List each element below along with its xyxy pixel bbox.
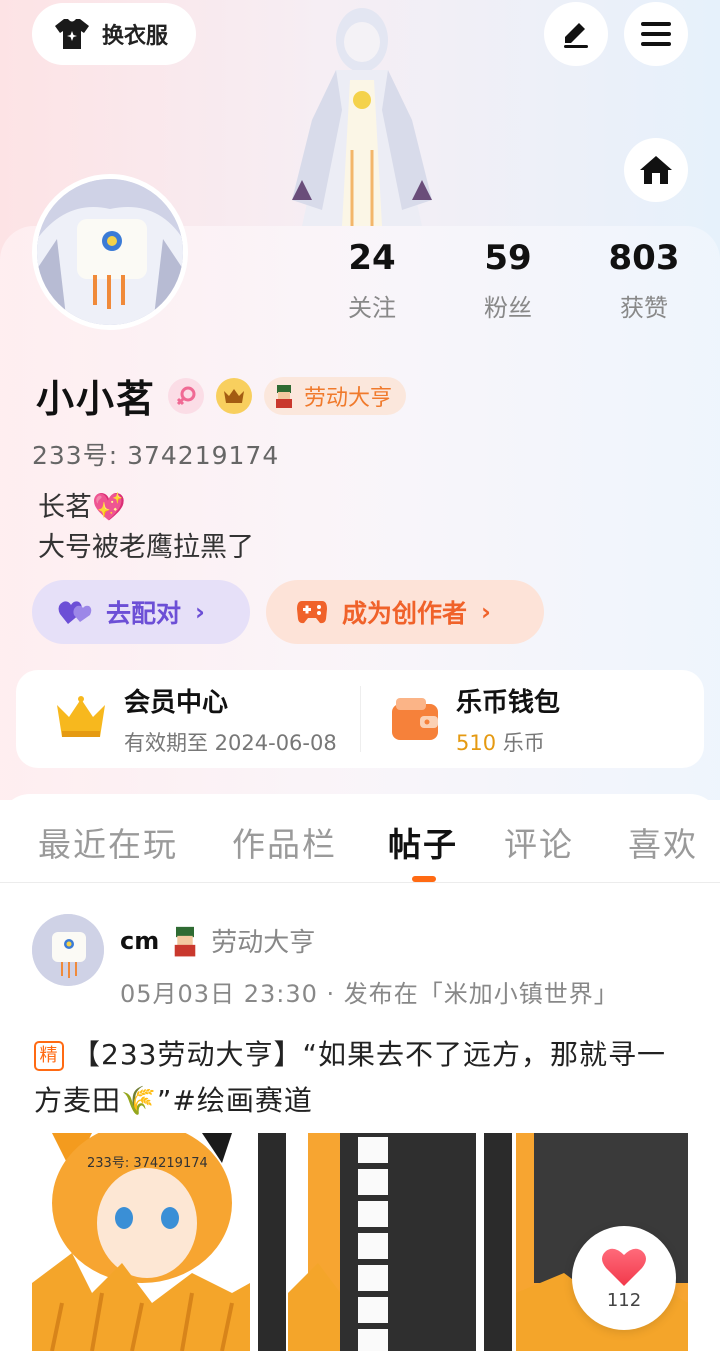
coin-wallet-entry[interactable]: 乐币钱包 510 乐币 bbox=[390, 670, 560, 768]
menu-button[interactable] bbox=[624, 2, 688, 66]
wallet-icon bbox=[392, 698, 438, 740]
tab-recently-played[interactable]: 最近在玩 bbox=[38, 818, 178, 866]
featured-badge: 精 bbox=[34, 1041, 64, 1071]
gamepad-icon bbox=[297, 601, 327, 624]
change-outfit-button[interactable]: 换衣服 bbox=[32, 3, 196, 65]
post-image-1[interactable]: 233号: 374219174 bbox=[32, 1133, 250, 1351]
character-sprite-icon bbox=[276, 384, 293, 408]
profile-avatar[interactable] bbox=[32, 174, 188, 330]
double-heart-icon bbox=[58, 601, 92, 624]
match-label: 去配对 bbox=[106, 599, 182, 628]
coin-wallet-title: 乐币钱包 bbox=[456, 687, 561, 718]
stat-following-value: 24 bbox=[348, 238, 396, 278]
coin-balance: 510 乐币 bbox=[456, 727, 560, 757]
edit-button[interactable] bbox=[544, 2, 608, 66]
stat-likes[interactable]: 803 获赞 bbox=[584, 238, 704, 323]
stat-followers-value: 59 bbox=[484, 238, 532, 278]
bio-line-2: 大号被老鹰拉黑了 bbox=[38, 532, 254, 563]
avatar-image bbox=[32, 914, 104, 986]
become-creator-button[interactable]: 成为创作者 › bbox=[266, 580, 544, 644]
title-tag-chip[interactable]: 劳动大亨 bbox=[264, 376, 407, 415]
character-model-image[interactable] bbox=[282, 0, 442, 226]
chevron-right-icon: › bbox=[481, 598, 491, 626]
stat-following[interactable]: 24 关注 bbox=[312, 238, 432, 323]
post-author-row: cm 劳动大亨 bbox=[120, 922, 315, 959]
coin-unit: 乐币 bbox=[502, 730, 545, 755]
user-id[interactable]: 233号: 374219174 bbox=[32, 436, 279, 472]
image-watermark: 233号: 374219174 bbox=[87, 1156, 208, 1171]
pen-icon bbox=[564, 23, 588, 48]
home-button[interactable] bbox=[624, 138, 688, 202]
post-author-tag: 劳动大亨 bbox=[211, 928, 316, 958]
coin-amount: 510 bbox=[456, 730, 497, 755]
home-icon bbox=[640, 156, 672, 184]
like-count: 112 bbox=[606, 1289, 642, 1311]
tab-comments[interactable]: 评论 bbox=[504, 818, 574, 866]
bio-line-1: 长茗💖 bbox=[38, 492, 126, 523]
artwork-layers-screenshot bbox=[258, 1133, 476, 1351]
chevron-right-icon: › bbox=[195, 598, 205, 626]
stat-likes-label: 获赞 bbox=[620, 294, 668, 322]
change-outfit-label: 换衣服 bbox=[102, 24, 169, 49]
stat-followers[interactable]: 59 粉丝 bbox=[448, 238, 568, 323]
post-text[interactable]: 精【233劳动大亨】“如果去不了远方，那就寻一方麦田🌾”#绘画赛道 bbox=[34, 1032, 684, 1124]
vip-center-title: 会员中心 bbox=[124, 687, 229, 718]
hamburger-menu-icon bbox=[641, 22, 671, 46]
tshirt-icon bbox=[55, 19, 89, 49]
divider bbox=[360, 686, 361, 752]
heart-icon bbox=[602, 1248, 646, 1286]
post-author-name[interactable]: cm bbox=[120, 927, 159, 955]
become-creator-label: 成为创作者 bbox=[342, 599, 468, 628]
profile-name: 小小茗 bbox=[36, 377, 157, 421]
crown-icon bbox=[57, 696, 105, 737]
like-fab[interactable]: 112 bbox=[572, 1226, 676, 1330]
avatar-image bbox=[37, 179, 183, 325]
artwork-image: 233号: 374219174 bbox=[32, 1133, 250, 1351]
vip-expiry: 有效期至 2024-06-08 bbox=[124, 730, 337, 755]
post-meta[interactable]: 05月03日 23:30 · 发布在「米加小镇世界」 bbox=[120, 974, 619, 1009]
gender-female-icon bbox=[168, 377, 205, 414]
name-row: 小小茗 劳动大亨 bbox=[36, 368, 407, 423]
vip-center-entry[interactable]: 会员中心 有效期至 2024-06-08 bbox=[54, 670, 337, 768]
match-button[interactable]: 去配对 › bbox=[32, 580, 250, 644]
stat-followers-label: 粉丝 bbox=[484, 294, 532, 322]
post-image-2[interactable] bbox=[258, 1133, 476, 1351]
tab-posts[interactable]: 帖子 bbox=[388, 818, 458, 866]
bio: 长茗💖 大号被老鹰拉黑了 bbox=[38, 488, 254, 568]
stat-following-label: 关注 bbox=[348, 294, 396, 322]
post-author-avatar[interactable] bbox=[32, 914, 104, 986]
title-tag-label: 劳动大亨 bbox=[304, 385, 393, 411]
tabs-divider bbox=[0, 882, 720, 883]
membership-wallet-card: 会员中心 有效期至 2024-06-08 乐币钱包 510 乐币 bbox=[16, 670, 704, 768]
tab-works[interactable]: 作品栏 bbox=[232, 818, 337, 866]
crown-badge-icon[interactable] bbox=[216, 377, 253, 414]
post-body: 【233劳动大亨】“如果去不了远方，那就寻一方麦田🌾”#绘画赛道 bbox=[34, 1038, 666, 1117]
tab-likes[interactable]: 喜欢 bbox=[628, 818, 698, 866]
character-sprite-icon bbox=[174, 926, 196, 956]
stat-likes-value: 803 bbox=[608, 238, 680, 278]
